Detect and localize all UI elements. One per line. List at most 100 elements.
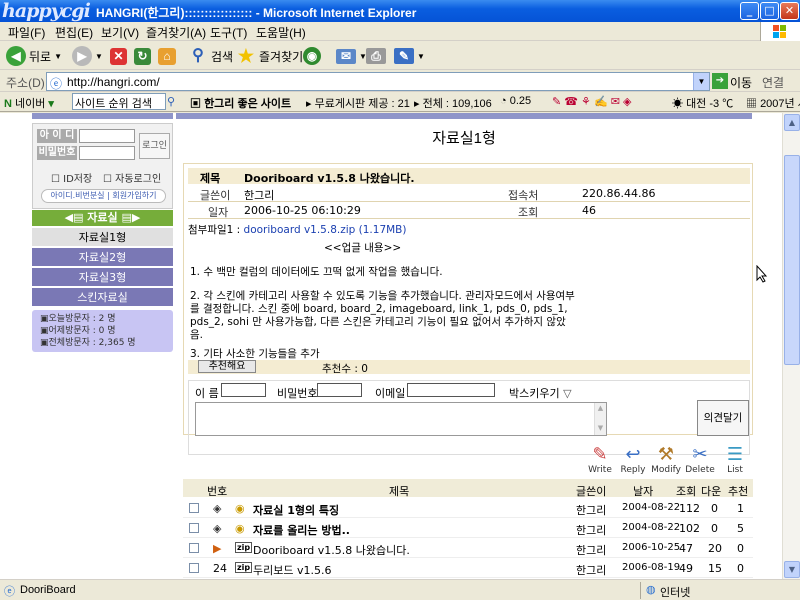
toolbar-tools-icons[interactable]: ✎ ☎ ⚘ ✍ ✉ ◈: [552, 95, 631, 108]
address-input[interactable]: ⓔ http://hangri.com/ ▼: [46, 72, 710, 91]
stop-icon: ✕: [110, 47, 127, 65]
menu-bar: 파일(F) 편집(E) 보기(V) 즐겨찾기(A) 도구(T) 도움말(H): [0, 22, 800, 41]
header-down: 다운: [701, 485, 722, 498]
print-button[interactable]: ⎙: [366, 45, 386, 67]
home-icon: ⌂: [158, 47, 176, 65]
home-button[interactable]: ⌂: [158, 45, 176, 67]
menu-view[interactable]: 보기(V): [101, 24, 139, 41]
attachment-link[interactable]: dooriboard v1.5.8.zip (1.17MB): [244, 224, 407, 236]
site-link[interactable]: ▣ 한그리 좋은 사이트: [190, 95, 291, 111]
find-join-link[interactable]: 아이디.비번분실 | 회원가입하기: [41, 189, 166, 203]
modify-button[interactable]: ⚒ Modify: [650, 445, 682, 476]
sidebar-item-pds2[interactable]: 자료실2형: [32, 248, 173, 267]
save-id-checkbox[interactable]: ☐ ID저장: [51, 170, 92, 185]
naver-logo[interactable]: N 네이버 ▾: [4, 95, 54, 111]
sidebar-item-pds1[interactable]: 자료실1형: [32, 228, 173, 247]
scroll-up-icon[interactable]: ▲: [784, 114, 800, 131]
attach-label: 첨부파일1 :: [188, 224, 241, 236]
row-date: 2004-08-22: [622, 502, 681, 513]
edit-button[interactable]: ✎ ▼: [394, 45, 425, 67]
row-down: 20: [708, 542, 722, 555]
globe-icon: ◍: [646, 584, 656, 596]
row-down: 15: [708, 562, 722, 575]
close-button[interactable]: ✕: [780, 2, 799, 20]
menu-favorites[interactable]: 즐겨찾기(A): [146, 24, 206, 41]
recommend-count: 추천수 : 0: [322, 363, 368, 375]
address-label: 주소(D): [6, 76, 45, 90]
post-subject: Dooriboard v1.5.8 나왔습니다.: [244, 172, 415, 185]
search-icon[interactable]: ⚲: [167, 95, 175, 108]
mail-button[interactable]: ✉ ▼: [336, 45, 367, 67]
textarea-scrollbar[interactable]: ▲ ▼: [594, 403, 606, 435]
id-input[interactable]: [79, 129, 135, 143]
auto-login-checkbox[interactable]: ☐ 자동로그인: [103, 170, 161, 185]
comment-name-input[interactable]: [221, 383, 266, 397]
minimize-button[interactable]: _: [740, 2, 759, 20]
login-box: 아 이 디 비밀번호 로그인 ☐ ID저장 ☐ 자동로그인 아이디.비번분실 |…: [32, 123, 173, 209]
menu-tools[interactable]: 도구(T): [210, 24, 247, 41]
go-button[interactable]: 이동: [730, 74, 752, 91]
toolbar: ◀ 뒤로 ▼ ▶ ▼ ✕ ↻ ⌂ ⚲ 검색 ★ 즐겨찾기 ◉ ✉ ▼ ⎙ ✎ ▼: [0, 42, 800, 70]
row-checkbox[interactable]: [189, 523, 199, 533]
table-row: ▶ zip Dooriboard v1.5.8 나왔습니다. 한그리 2006-…: [183, 538, 753, 558]
row-checkbox[interactable]: [189, 563, 199, 573]
stop-button[interactable]: ✕: [110, 45, 127, 67]
back-label: 뒤로: [29, 49, 52, 64]
row-title-link[interactable]: 자료실 1형의 특징: [253, 502, 339, 518]
row-date: 2006-10-25: [622, 542, 681, 553]
row-down: 0: [711, 522, 718, 535]
id-label: 아 이 디: [37, 129, 77, 143]
body-line: 음.: [190, 329, 203, 341]
expand-box-toggle[interactable]: 박스키우기 ▽: [509, 385, 572, 401]
comment-textarea[interactable]: ▲ ▼: [195, 402, 607, 436]
row-title-link[interactable]: Dooriboard v1.5.8 나왔습니다.: [253, 542, 410, 558]
address-dropdown-icon[interactable]: ▼: [693, 73, 709, 90]
post-subject-row: 제목 Dooriboard v1.5.8 나왔습니다.: [188, 168, 750, 185]
delete-button[interactable]: ✂ Delete: [684, 445, 716, 476]
login-button[interactable]: 로그인: [139, 133, 170, 159]
media-button[interactable]: ◉: [303, 45, 321, 67]
row-title-link[interactable]: 두리보드 v1.5.6: [253, 562, 331, 578]
security-zone: 인터넷: [660, 587, 691, 599]
go-arrow-icon[interactable]: ➔: [712, 73, 728, 89]
recommend-button[interactable]: 추천해요: [198, 360, 256, 373]
sidebar-menu-head: ◀▤ 자료실 ▤▶: [32, 210, 173, 226]
row-writer: 한그리: [576, 544, 607, 557]
vertical-scrollbar[interactable]: ▲ ▼: [782, 113, 800, 579]
favorites-button[interactable]: ★ 즐겨찾기: [236, 45, 303, 67]
maximize-button[interactable]: □: [760, 2, 779, 20]
logo: happycgi: [2, 0, 91, 22]
row-title-link[interactable]: 자료를 올리는 방법..: [253, 522, 350, 538]
scroll-down-icon[interactable]: ▼: [784, 561, 800, 578]
password-input[interactable]: [79, 146, 135, 160]
back-button[interactable]: ◀ 뒤로 ▼: [6, 45, 62, 67]
write-button[interactable]: ✎ Write: [584, 445, 616, 476]
submit-comment-button[interactable]: 의견달기: [697, 400, 749, 436]
header-views: 조회: [676, 485, 697, 498]
refresh-button[interactable]: ↻: [134, 45, 151, 67]
sidebar-item-skin[interactable]: 스킨자료실: [32, 288, 173, 307]
row-checkbox[interactable]: [189, 543, 199, 553]
forward-button[interactable]: ▶ ▼: [72, 45, 103, 67]
reply-button[interactable]: ↩ Reply: [617, 445, 649, 476]
comment-password-input[interactable]: [317, 383, 362, 397]
print-icon: ⎙: [366, 48, 386, 64]
status-divider: [640, 582, 641, 599]
menu-edit[interactable]: 편집(E): [55, 24, 93, 41]
rate-value: ◔ 0.25: [500, 95, 532, 107]
visitors-today: ▣오늘방문자 : 2 명: [40, 314, 116, 324]
triangle-down-icon: ▽: [563, 387, 572, 400]
list-button[interactable]: ☰ List: [719, 445, 751, 476]
row-checkbox[interactable]: [189, 503, 199, 513]
sidebar-item-pds3[interactable]: 자료실3형: [32, 268, 173, 287]
naver-search-input[interactable]: 사이트 순위 검색: [72, 93, 166, 110]
row-rec: 1: [737, 502, 744, 515]
search-button[interactable]: ⚲ 검색: [188, 45, 233, 67]
scroll-thumb[interactable]: [784, 155, 800, 365]
menu-help[interactable]: 도움말(H): [256, 24, 306, 41]
comment-email-input[interactable]: [407, 383, 495, 397]
links-label[interactable]: 연결: [762, 74, 784, 91]
row-num: 24: [213, 562, 227, 575]
menu-file[interactable]: 파일(F): [8, 24, 45, 41]
notice-bullet-icon: ◉: [235, 502, 245, 515]
